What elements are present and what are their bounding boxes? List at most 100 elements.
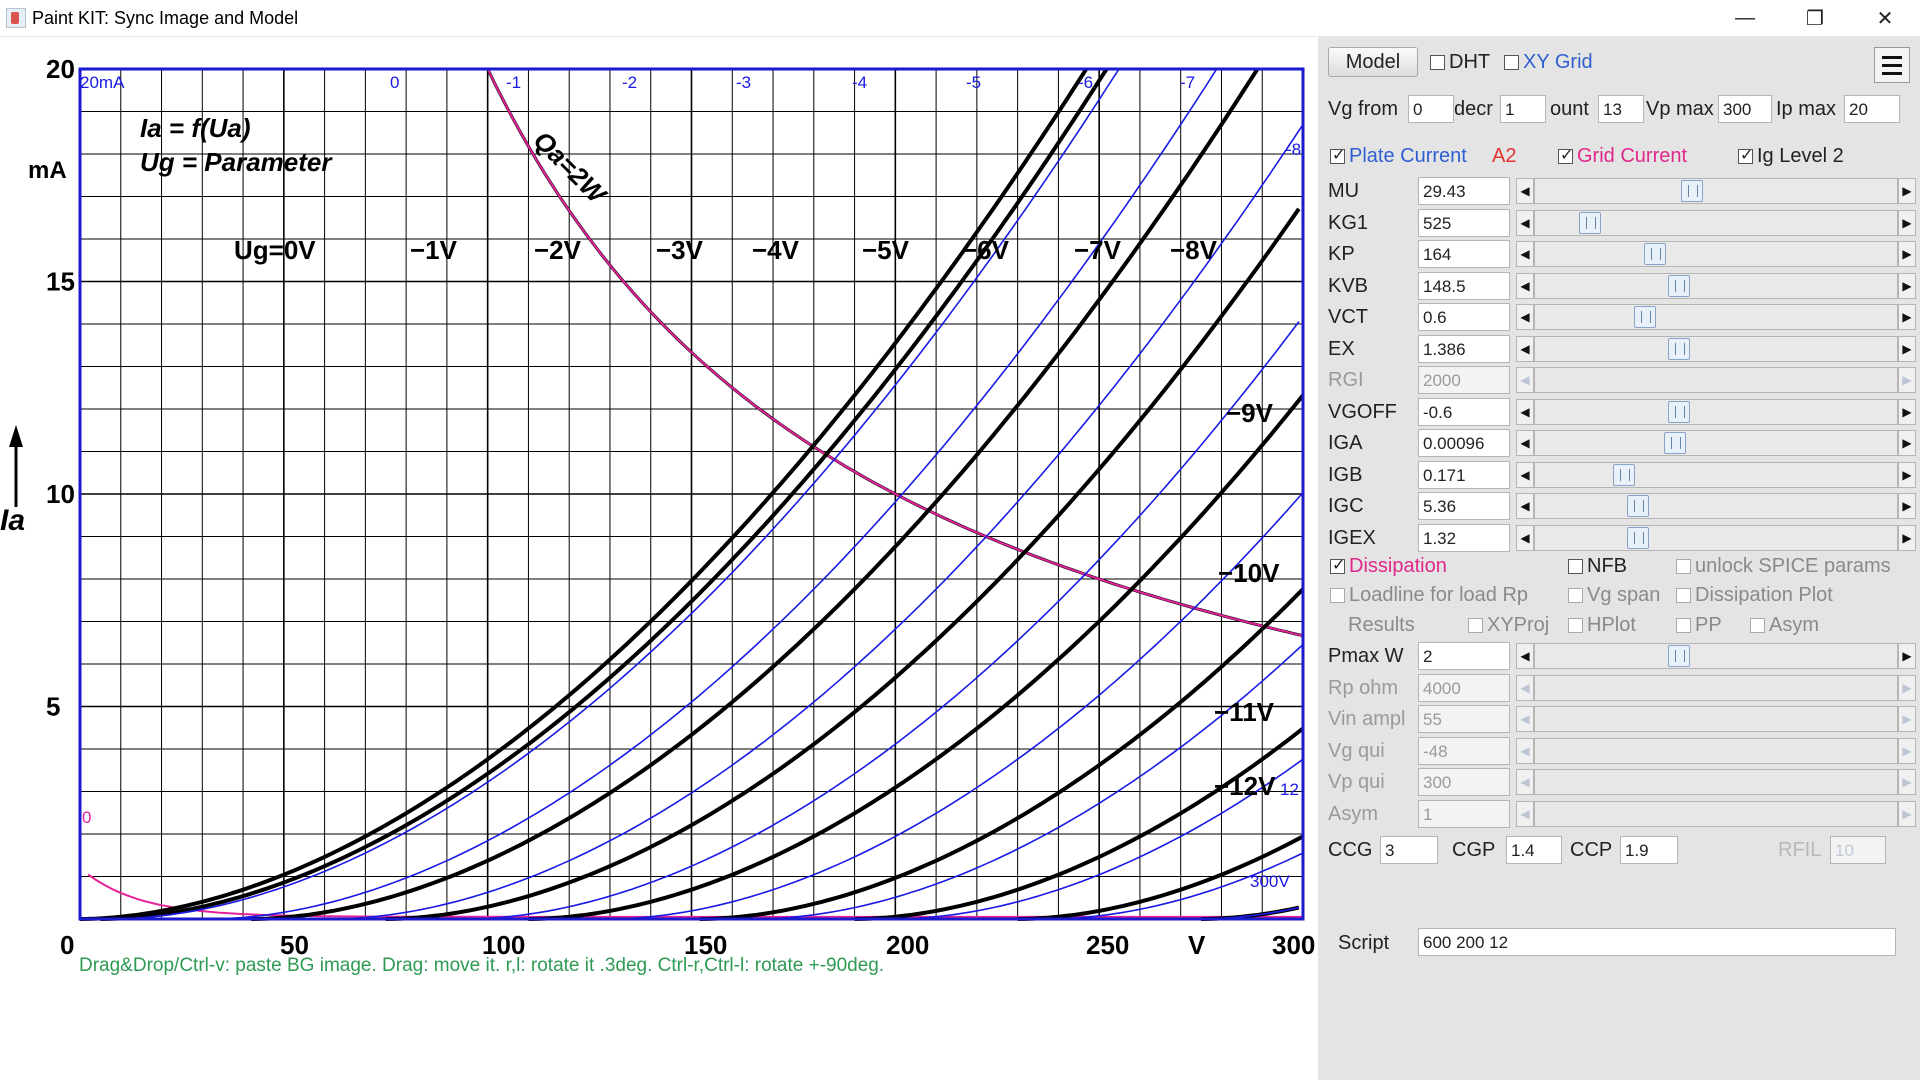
igb-slider[interactable] [1534,461,1898,488]
rgi-field[interactable]: 2000 [1418,366,1510,394]
rp-ohm-slider[interactable] [1534,674,1898,701]
iga-slider-thumb[interactable] [1664,432,1686,454]
vg-from-field[interactable]: 0 [1408,95,1454,123]
grid-current-checkbox[interactable]: Grid Current [1558,145,1687,168]
ccg-field[interactable]: 3 [1380,836,1438,864]
script-field[interactable]: 600 200 12 [1418,928,1896,956]
dht-checkbox-box[interactable] [1430,55,1445,71]
xy-grid-checkbox-box[interactable] [1504,55,1519,71]
hplot-checkbox[interactable]: HPlot [1568,614,1636,637]
ex-slider-left-arrow[interactable]: ◀ [1516,335,1534,362]
vg-span-checkbox[interactable]: Vg span [1568,584,1660,607]
igb-slider-right-arrow[interactable]: ▶ [1898,461,1916,488]
kg1-slider-right-arrow[interactable]: ▶ [1898,209,1916,236]
vct-slider[interactable] [1534,304,1898,330]
ex-slider-right-arrow[interactable]: ▶ [1898,335,1916,362]
iga-slider-right-arrow[interactable]: ▶ [1898,430,1916,456]
pmax-w-slider[interactable] [1534,643,1898,669]
igc-slider[interactable] [1534,493,1898,519]
plate-current-checkbox-box[interactable] [1330,145,1345,165]
model-button[interactable]: Model [1328,47,1418,77]
igex-slider-thumb[interactable] [1627,526,1649,549]
kvb-slider-thumb[interactable] [1668,274,1690,297]
igb-slider-thumb[interactable] [1613,463,1635,486]
dissipation-checkbox[interactable]: Dissipation [1330,555,1447,578]
vg-span-checkbox-box[interactable] [1568,588,1583,604]
ig-level2-checkbox-box[interactable] [1738,145,1753,165]
tube-curve-plot[interactable]: 2015105mAIa0 50 100 150 200 250 V 300Ia = f(Ua)… [0,37,1318,1080]
vgoff-field[interactable]: -0.6 [1418,397,1510,426]
loadline-checkbox[interactable]: Loadline for load Rp [1330,584,1528,607]
igb-slider-left-arrow[interactable]: ◀ [1516,461,1534,488]
kp-field[interactable]: 164 [1418,240,1510,268]
rp-ohm-slider-left-arrow[interactable]: ◀ [1516,674,1534,701]
kvb-field[interactable]: 148.5 [1418,271,1510,300]
vgoff-slider-right-arrow[interactable]: ▶ [1898,398,1916,425]
mu-slider-thumb[interactable] [1681,180,1703,202]
igc-slider-left-arrow[interactable]: ◀ [1516,493,1534,519]
vgoff-slider[interactable] [1534,398,1898,425]
vct-slider-left-arrow[interactable]: ◀ [1516,304,1534,330]
nfb-checkbox[interactable]: NFB [1568,555,1627,578]
igb-field[interactable]: 0.171 [1418,460,1510,489]
minimize-button[interactable]: — [1710,0,1780,36]
pmax-w-slider-left-arrow[interactable]: ◀ [1516,643,1534,669]
iga-slider-left-arrow[interactable]: ◀ [1516,430,1534,456]
kvb-slider-right-arrow[interactable]: ▶ [1898,272,1916,299]
xyproj-checkbox-box[interactable] [1468,618,1483,634]
vg-qui-slider-right-arrow[interactable]: ▶ [1898,737,1916,764]
vp-qui-slider[interactable] [1534,769,1898,795]
count-field[interactable]: 13 [1598,95,1644,123]
dissipation-plot-checkbox[interactable]: Dissipation Plot [1676,584,1833,607]
iga-field[interactable]: 0.00096 [1418,429,1510,457]
iga-slider[interactable] [1534,430,1898,456]
vg-qui-slider-left-arrow[interactable]: ◀ [1516,737,1534,764]
decr-field[interactable]: 1 [1500,95,1546,123]
vin-ampl-slider-right-arrow[interactable]: ▶ [1898,706,1916,732]
vgoff-slider-left-arrow[interactable]: ◀ [1516,398,1534,425]
maximize-button[interactable]: ❐ [1780,0,1850,36]
menu-icon[interactable] [1874,47,1910,83]
kp-slider-right-arrow[interactable]: ▶ [1898,241,1916,267]
vin-ampl-slider[interactable] [1534,706,1898,732]
kp-slider-left-arrow[interactable]: ◀ [1516,241,1534,267]
unlock-spice-checkbox[interactable]: unlock SPICE params [1676,555,1891,578]
rgi-slider[interactable] [1534,367,1898,393]
vg-qui-field[interactable]: -48 [1418,736,1510,765]
kg1-slider-left-arrow[interactable]: ◀ [1516,209,1534,236]
ccp-field[interactable]: 1.9 [1620,836,1678,864]
vct-slider-right-arrow[interactable]: ▶ [1898,304,1916,330]
asym-field[interactable]: 1 [1418,799,1510,828]
mu-slider[interactable] [1534,178,1898,204]
kp-slider-thumb[interactable] [1644,243,1666,265]
pp-checkbox-box[interactable] [1676,618,1691,634]
vin-ampl-slider-left-arrow[interactable]: ◀ [1516,706,1534,732]
mu-slider-left-arrow[interactable]: ◀ [1516,178,1534,204]
dht-checkbox[interactable]: DHT [1430,51,1490,74]
xyproj-checkbox[interactable]: XYProj [1468,614,1549,637]
ex-slider-thumb[interactable] [1668,337,1690,360]
mu-field[interactable]: 29.43 [1418,177,1510,205]
kvb-slider[interactable] [1534,272,1898,299]
ig-level2-checkbox[interactable]: Ig Level 2 [1738,145,1844,168]
vgoff-slider-thumb[interactable] [1668,400,1690,423]
rgi-slider-right-arrow[interactable]: ▶ [1898,367,1916,393]
pp-checkbox[interactable]: PP [1676,614,1722,637]
asym-checkbox-box[interactable] [1750,618,1765,634]
vp-max-field[interactable]: 300 [1718,95,1772,123]
vct-slider-thumb[interactable] [1634,306,1656,328]
xy-grid-checkbox[interactable]: XY Grid [1504,51,1593,74]
kg1-field[interactable]: 525 [1418,208,1510,237]
dissipation-plot-checkbox-box[interactable] [1676,588,1691,604]
pmax-w-slider-right-arrow[interactable]: ▶ [1898,643,1916,669]
igex-slider-left-arrow[interactable]: ◀ [1516,524,1534,551]
cgp-field[interactable]: 1.4 [1506,836,1562,864]
igc-slider-thumb[interactable] [1627,495,1649,517]
nfb-checkbox-box[interactable] [1568,559,1583,575]
vp-qui-slider-right-arrow[interactable]: ▶ [1898,769,1916,795]
rp-ohm-field[interactable]: 4000 [1418,673,1510,702]
igc-slider-right-arrow[interactable]: ▶ [1898,493,1916,519]
asym-slider-right-arrow[interactable]: ▶ [1898,800,1916,827]
ex-slider[interactable] [1534,335,1898,362]
chart-canvas[interactable]: 20 15 10 5 mA Ia 0 50 100 150 200 250 V 300 Ia = f(Ua)… [0,37,1318,1080]
